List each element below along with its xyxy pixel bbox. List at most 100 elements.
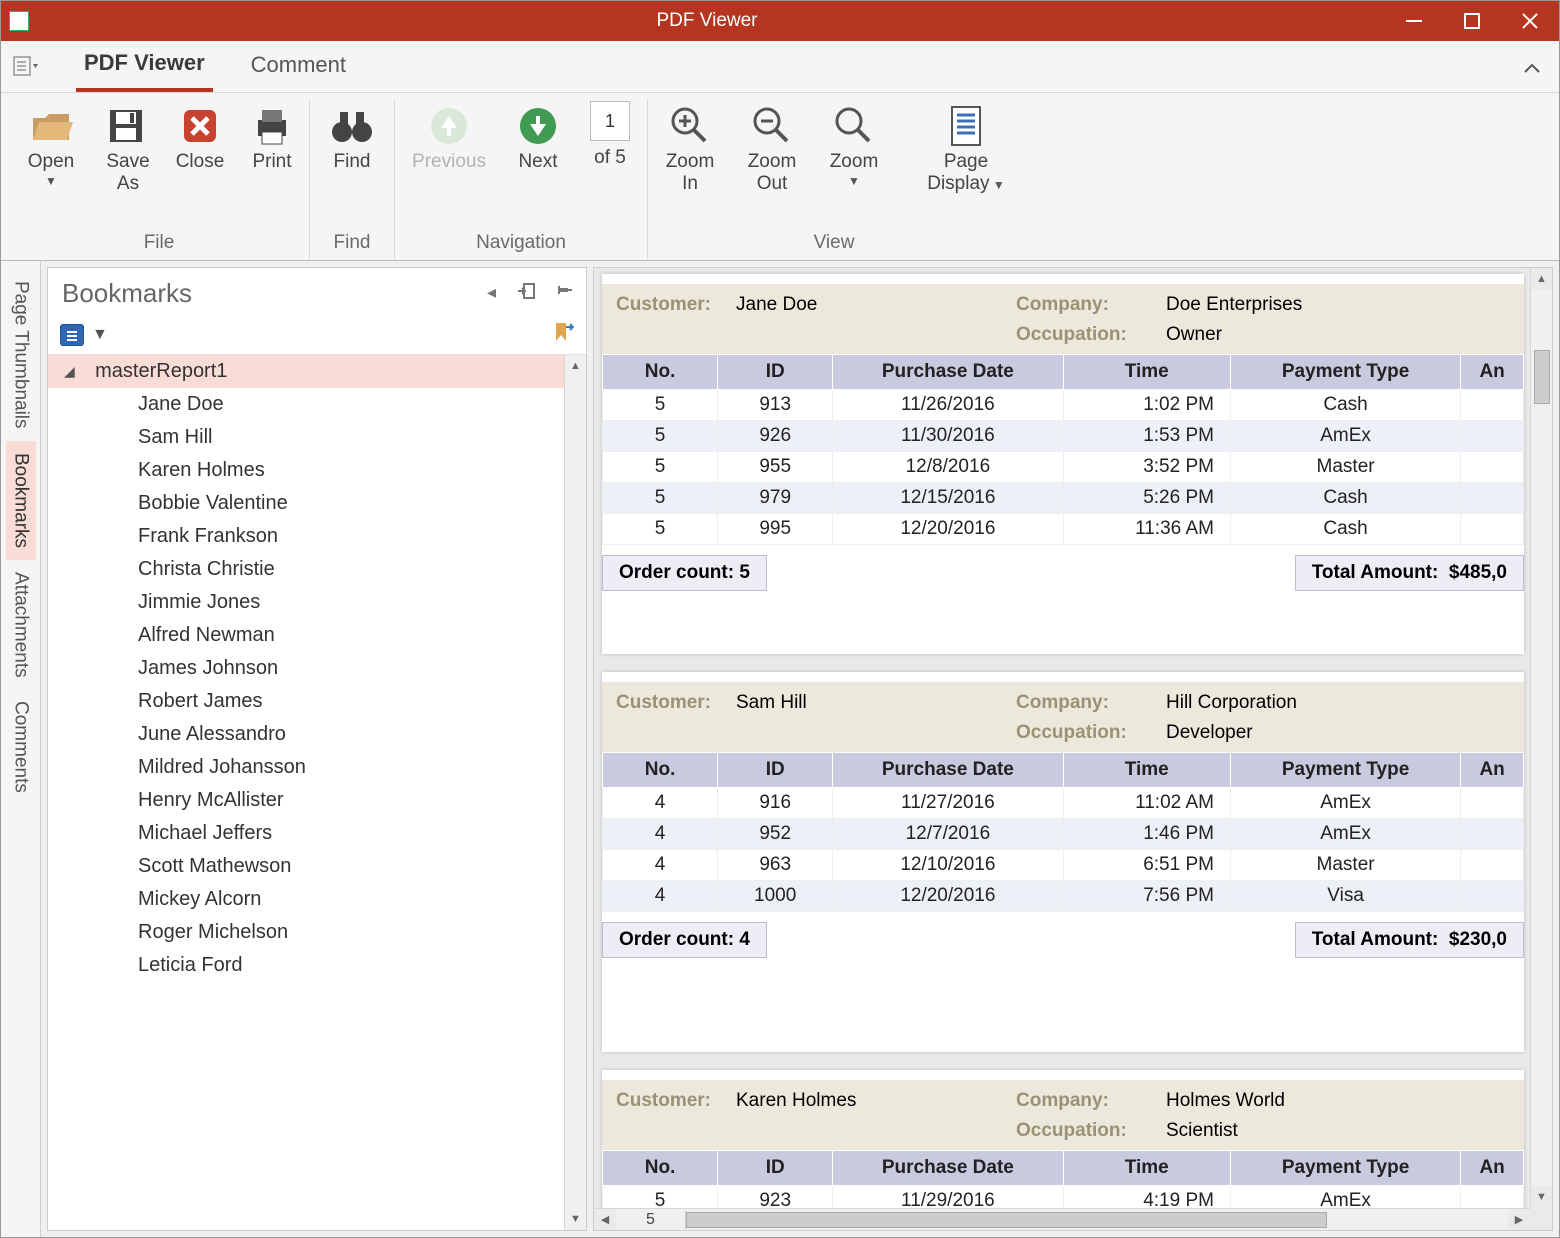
bookmark-item[interactable]: Scott Mathewson	[48, 850, 586, 883]
close-file-button[interactable]: Close	[171, 99, 229, 173]
col-time: Time	[1063, 355, 1230, 390]
chevron-down-icon: ▼	[45, 175, 57, 189]
scroll-up-icon[interactable]: ▲	[1531, 268, 1552, 290]
bookmark-item[interactable]: Alfred Newman	[48, 619, 586, 652]
bookmark-item[interactable]: Jane Doe	[48, 388, 586, 421]
bookmark-root[interactable]: ◢ masterReport1	[48, 355, 586, 388]
customer-value: Jane Doe	[736, 294, 1016, 316]
col-payment-type: Payment Type	[1230, 355, 1460, 390]
page-number: 1 of 5	[581, 99, 639, 169]
bookmark-item[interactable]: Karen Holmes	[48, 454, 586, 487]
close-button[interactable]	[1501, 1, 1559, 41]
col-id: ID	[718, 1151, 833, 1186]
col-time: Time	[1063, 1151, 1230, 1186]
col-id: ID	[718, 355, 833, 390]
bookmarks-expand-button[interactable]	[60, 324, 84, 346]
window-title: PDF Viewer	[29, 10, 1385, 32]
bookmark-flag-icon[interactable]	[552, 321, 574, 348]
zoom-icon	[833, 101, 875, 151]
triangle-down-icon: ◢	[64, 363, 84, 380]
titlebar: PDF Viewer	[1, 1, 1559, 41]
occupation-label: Occupation:	[1016, 324, 1166, 346]
bookmark-item[interactable]: Sam Hill	[48, 421, 586, 454]
minimize-button[interactable]	[1385, 1, 1443, 41]
col-purchase-date: Purchase Date	[833, 1151, 1063, 1186]
bookmarks-goto-icon[interactable]	[516, 282, 536, 305]
bookmark-item[interactable]: Mickey Alcorn	[48, 883, 586, 916]
scroll-down-icon[interactable]: ▼	[1531, 1186, 1552, 1208]
save-as-button[interactable]: Save As	[99, 99, 157, 195]
folder-open-icon	[29, 101, 73, 151]
col-time: Time	[1063, 753, 1230, 788]
zoom-out-button[interactable]: Zoom Out	[738, 99, 806, 195]
bookmark-item[interactable]: Christa Christie	[48, 553, 586, 586]
page-number-input[interactable]: 1	[590, 101, 630, 141]
ribbon-group-find: Find Find	[310, 99, 395, 260]
bookmarks-prev-icon[interactable]: ◂	[487, 282, 496, 305]
side-tab-comments[interactable]: Comments	[6, 689, 36, 805]
maximize-button[interactable]	[1443, 1, 1501, 41]
bookmark-item[interactable]: Robert James	[48, 685, 586, 718]
company-value: Holmes World	[1166, 1090, 1466, 1112]
table-row: 597912/15/20165:26 PMCash	[603, 483, 1524, 514]
bookmark-item[interactable]: Michael Jeffers	[48, 817, 586, 850]
chevron-down-icon[interactable]: ▼	[92, 326, 108, 344]
bookmark-item[interactable]: June Alessandro	[48, 718, 586, 751]
bookmark-item[interactable]: Leticia Ford	[48, 949, 586, 982]
col-payment-type: Payment Type	[1230, 1151, 1460, 1186]
side-tab-page-thumbnails[interactable]: Page Thumbnails	[6, 269, 36, 441]
ribbon-group-file: Open ▼ Save As Close Print	[9, 99, 310, 260]
document-viewport[interactable]: Customer:Jane DoeCompany:Doe Enterprises…	[594, 268, 1552, 1230]
bookmark-item[interactable]: Frank Frankson	[48, 520, 586, 553]
tab-pdf-viewer[interactable]: PDF Viewer	[76, 42, 213, 92]
bookmark-item[interactable]: Henry McAllister	[48, 784, 586, 817]
zoom-in-button[interactable]: Zoom In	[656, 99, 724, 195]
occupation-value: Developer	[1166, 722, 1466, 744]
scrollbar-corner	[1530, 1208, 1552, 1230]
bookmarks-pin-icon[interactable]	[556, 282, 572, 305]
qat-dropdown[interactable]	[6, 56, 46, 78]
company-value: Hill Corporation	[1166, 692, 1466, 714]
chevron-down-icon: ▼	[848, 175, 860, 189]
previous-page-button[interactable]: Previous	[403, 99, 495, 173]
zoom-button[interactable]: Zoom ▼	[820, 99, 888, 189]
find-button[interactable]: Find	[318, 99, 386, 173]
side-tab-bookmarks[interactable]: Bookmarks	[6, 441, 36, 560]
scroll-up-icon[interactable]: ▲	[565, 355, 586, 377]
collapse-ribbon-button[interactable]	[1523, 54, 1541, 80]
ribbon-group-navigation: Previous Next 1 of 5 Navigation	[395, 99, 648, 260]
tab-comment[interactable]: Comment	[243, 44, 354, 90]
open-button[interactable]: Open ▼	[17, 99, 85, 189]
save-icon	[106, 101, 150, 151]
bookmarks-panel: Bookmarks ◂ ▼ ◢ masterReport1Jane DoeSam…	[47, 267, 587, 1231]
table-row: 491611/27/201611:02 AMAmEx	[603, 788, 1524, 819]
total-amount-box: Total Amount: $485,0	[1295, 555, 1524, 591]
ribbon-tabs: PDF Viewer Comment	[1, 41, 1559, 93]
side-tab-attachments[interactable]: Attachments	[6, 560, 36, 690]
occupation-label: Occupation:	[1016, 1120, 1166, 1142]
horizontal-scrollbar[interactable]: ◀ 5 ▶	[594, 1208, 1530, 1230]
scroll-down-icon[interactable]: ▼	[565, 1208, 586, 1230]
vertical-scrollbar[interactable]: ▲ ▼	[1530, 268, 1552, 1208]
col-payment-type: Payment Type	[1230, 753, 1460, 788]
next-page-button[interactable]: Next	[509, 99, 567, 173]
bookmark-item[interactable]: James Johnson	[48, 652, 586, 685]
page-display-button[interactable]: Page Display ▼	[920, 99, 1012, 195]
orders-table: No.IDPurchase DateTimePayment TypeAn4916…	[602, 752, 1524, 912]
bookmark-item[interactable]: Roger Michelson	[48, 916, 586, 949]
chevron-down-icon: ▼	[990, 178, 1005, 192]
bookmark-item[interactable]: Mildred Johansson	[48, 751, 586, 784]
hscroll-page-number: 5	[616, 1211, 686, 1229]
bookmark-item[interactable]: Bobbie Valentine	[48, 487, 586, 520]
scroll-right-icon[interactable]: ▶	[1508, 1209, 1530, 1230]
scroll-left-icon[interactable]: ◀	[594, 1209, 616, 1230]
app-icon	[9, 11, 29, 31]
table-row: 4100012/20/20167:56 PMVisa	[603, 881, 1524, 912]
customer-label: Customer:	[616, 294, 736, 316]
bookmark-item[interactable]: Jimmie Jones	[48, 586, 586, 619]
zoom-in-icon	[669, 101, 711, 151]
print-button[interactable]: Print	[243, 99, 301, 173]
customer-label: Customer:	[616, 1090, 736, 1112]
page-display-icon	[948, 101, 984, 151]
bookmarks-scrollbar[interactable]: ▲ ▼	[564, 355, 586, 1230]
